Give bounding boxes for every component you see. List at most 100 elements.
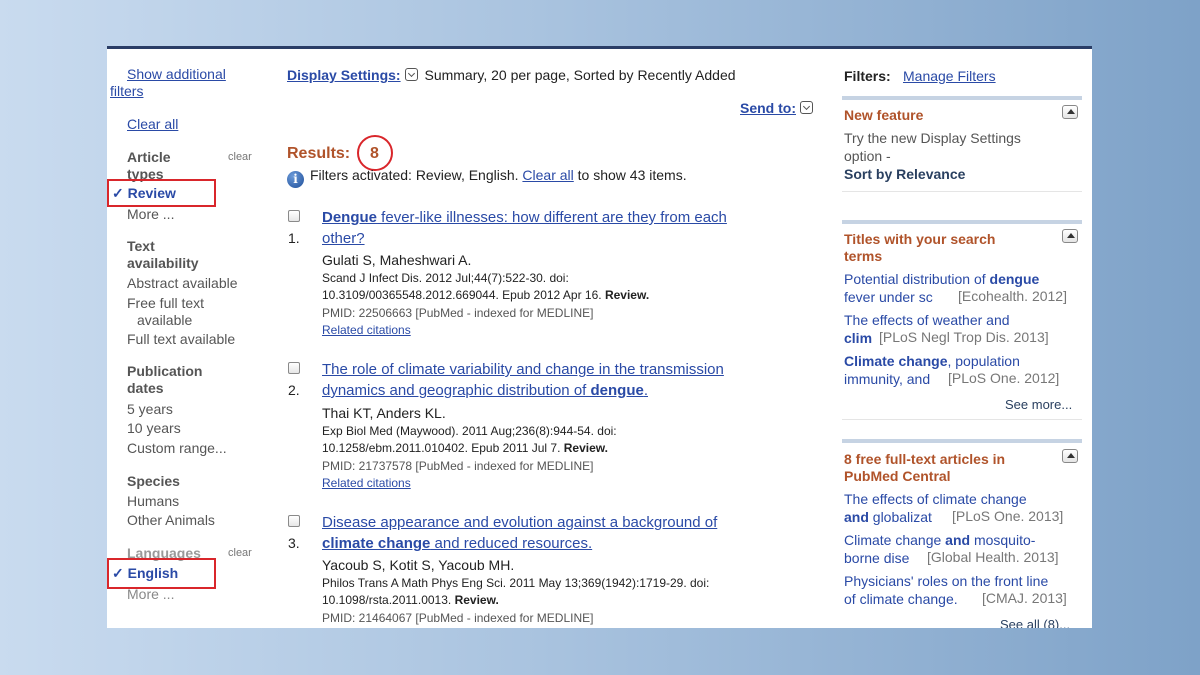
filters-label: Filters: <box>844 68 891 84</box>
show-additional-filters-link-2[interactable]: filters <box>110 83 143 99</box>
article-types-heading: Article <box>127 149 171 165</box>
info-icon: i <box>287 171 304 188</box>
free-articles-heading: 8 free full-text articles in <box>844 451 1006 467</box>
result-2-review-tag: Review. <box>563 441 609 455</box>
free-articles-heading-2: PubMed Central <box>844 468 951 484</box>
free-item-3-link-2[interactable]: of climate change. <box>844 591 958 607</box>
text-availability-heading-2: availability <box>127 255 199 271</box>
new-feature-text: Try the new Display Settings <box>844 130 1021 146</box>
result-2-title-bold: dengue <box>590 382 644 399</box>
titles-heading-2: terms <box>844 248 883 264</box>
result-3-review-tag: Review. <box>454 593 499 607</box>
languages-more-link[interactable]: More ... <box>127 586 174 602</box>
free-item-1-text: globalizat <box>868 509 932 525</box>
pubmed-results-panel: Show additional filters Clear all Articl… <box>107 46 1092 628</box>
result-3-number: 3. <box>288 535 300 551</box>
filter-custom-range[interactable]: Custom range... <box>127 440 227 456</box>
result-3-pmid: PMID: 21464067 [PubMed - indexed for MED… <box>322 611 594 625</box>
result-3-title-rest: and reduced resources. <box>430 535 593 552</box>
collapse-icon[interactable] <box>1062 449 1078 463</box>
free-item-2-link-2[interactable]: borne dise <box>844 550 909 566</box>
titles-divider <box>842 220 1082 224</box>
result-2-number: 2. <box>288 382 300 398</box>
article-types-more-link[interactable]: More ... <box>127 206 174 222</box>
titles-item-2-link-2[interactable]: clim <box>844 330 872 346</box>
collapse-icon[interactable] <box>1062 105 1078 119</box>
titles-item-3-text: , population <box>947 353 1020 369</box>
chevron-down-icon[interactable] <box>800 101 813 114</box>
result-1-pmid: PMID: 22506663 [PubMed - indexed for MED… <box>322 306 594 320</box>
titles-item-1-text: Potential distribution of <box>844 271 990 287</box>
new-feature-text-2: option - <box>844 148 891 164</box>
titles-item-1-bold: dengue <box>989 271 1040 287</box>
titles-item-3-source: [PLoS One. 2012] <box>945 370 1060 386</box>
titles-item-2-source: [PLoS Negl Trop Dis. 2013] <box>876 329 1049 345</box>
chevron-down-icon[interactable] <box>404 68 418 81</box>
filter-abstract-available[interactable]: Abstract available <box>127 275 238 291</box>
filter-other-animals[interactable]: Other Animals <box>127 512 215 528</box>
languages-clear-link[interactable]: clear <box>228 547 252 559</box>
publication-dates-heading-2: dates <box>127 380 164 396</box>
section-separator <box>842 191 1082 192</box>
result-3-title-link-2[interactable]: climate change and reduced resources. <box>322 535 592 552</box>
section-separator <box>842 419 1082 420</box>
titles-item-3-link[interactable]: Climate change, population <box>844 353 1020 369</box>
display-settings[interactable]: Display Settings: Summary, 20 per page, … <box>287 67 736 83</box>
result-1-citation-2: 10.3109/00365548.2012.669044. Epub 2012 … <box>322 287 649 304</box>
see-all-link[interactable]: See all (8)... <box>1000 617 1070 628</box>
titles-item-1-link-2[interactable]: fever under sc <box>844 289 933 305</box>
filter-humans[interactable]: Humans <box>127 493 179 509</box>
result-1-related-citations-link[interactable]: Related citations <box>322 323 411 337</box>
manage-filters-link[interactable]: Manage Filters <box>903 68 996 84</box>
filters-clear-all-link[interactable]: Clear all <box>522 167 573 183</box>
titles-item-1-link[interactable]: Potential distribution of dengue <box>844 271 1039 287</box>
filter-free-full-text-2[interactable]: available <box>137 312 192 328</box>
filter-sidebar: Show additional filters Clear all Articl… <box>107 49 272 628</box>
result-1-title-link-2[interactable]: other? <box>322 230 365 247</box>
filter-5-years[interactable]: 5 years <box>127 401 173 417</box>
result-1-title-link[interactable]: Dengue fever-like illnesses: how differe… <box>322 209 727 226</box>
titles-heading: Titles with your search <box>844 231 996 247</box>
send-to-menu[interactable]: Send to: <box>740 100 813 116</box>
free-item-1-link-2[interactable]: and globalizat <box>844 509 932 525</box>
free-item-2-link[interactable]: Climate change and mosquito- <box>844 532 1035 548</box>
titles-item-2-link[interactable]: The effects of weather and <box>844 312 1010 328</box>
display-settings-link[interactable]: Display Settings: <box>287 67 401 83</box>
result-3-title-bold: climate change <box>322 535 431 552</box>
result-2-related-citations-link[interactable]: Related citations <box>322 476 411 490</box>
result-1-checkbox[interactable] <box>288 210 300 222</box>
right-sidebar: Filters: Manage Filters New feature Try … <box>842 49 1082 628</box>
filters-activated-text: Filters activated: Review, English. <box>310 167 519 183</box>
see-more-link[interactable]: See more... <box>1005 397 1072 412</box>
result-1-doi: 10.3109/00365548.2012.669044. Epub 2012 … <box>322 288 602 302</box>
result-2-checkbox[interactable] <box>288 362 300 374</box>
result-2-citation: Exp Biol Med (Maywood). 2011 Aug;236(8):… <box>322 424 617 438</box>
free-item-1-link[interactable]: The effects of climate change <box>844 491 1027 507</box>
result-3-checkbox[interactable] <box>288 515 300 527</box>
result-3-citation-2: 10.1098/rsta.2011.0013. Review. <box>322 592 499 609</box>
result-3-title-link[interactable]: Disease appearance and evolution against… <box>322 514 717 531</box>
filter-10-years[interactable]: 10 years <box>127 420 181 436</box>
clear-all-filters-link[interactable]: Clear all <box>127 116 178 132</box>
result-1-authors: Gulati S, Maheshwari A. <box>322 252 472 268</box>
sort-by-relevance-link[interactable]: Sort by Relevance <box>844 166 965 182</box>
result-2-citation-2: 10.1258/ebm.2011.010402. Epub 2011 Jul 7… <box>322 440 608 457</box>
article-types-clear-link[interactable]: clear <box>228 151 252 163</box>
result-2-title-link-2[interactable]: dynamics and geographic distribution of … <box>322 382 648 399</box>
publication-dates-heading: Publication <box>127 363 203 379</box>
collapse-icon[interactable] <box>1062 229 1078 243</box>
send-to-link[interactable]: Send to: <box>740 100 796 116</box>
titles-item-3-link-2[interactable]: immunity, and <box>844 371 930 387</box>
new-feature-divider <box>842 96 1082 100</box>
show-additional-filters-link[interactable]: Show additional <box>127 66 226 82</box>
free-item-1-bold: and <box>844 509 869 525</box>
free-item-3-link[interactable]: Physicians' roles on the front line <box>844 573 1048 589</box>
filter-free-full-text[interactable]: Free full text <box>127 295 204 311</box>
filters-activated-message: i Filters activated: Review, English. Cle… <box>287 167 687 188</box>
titles-item-3-bold: Climate change <box>844 353 948 369</box>
result-2-title-link[interactable]: The role of climate variability and chan… <box>322 361 724 378</box>
result-2-title-end: . <box>643 382 649 399</box>
english-highlight-box <box>107 558 216 589</box>
result-1-number: 1. <box>288 230 300 246</box>
filter-full-text-available[interactable]: Full text available <box>127 331 235 347</box>
